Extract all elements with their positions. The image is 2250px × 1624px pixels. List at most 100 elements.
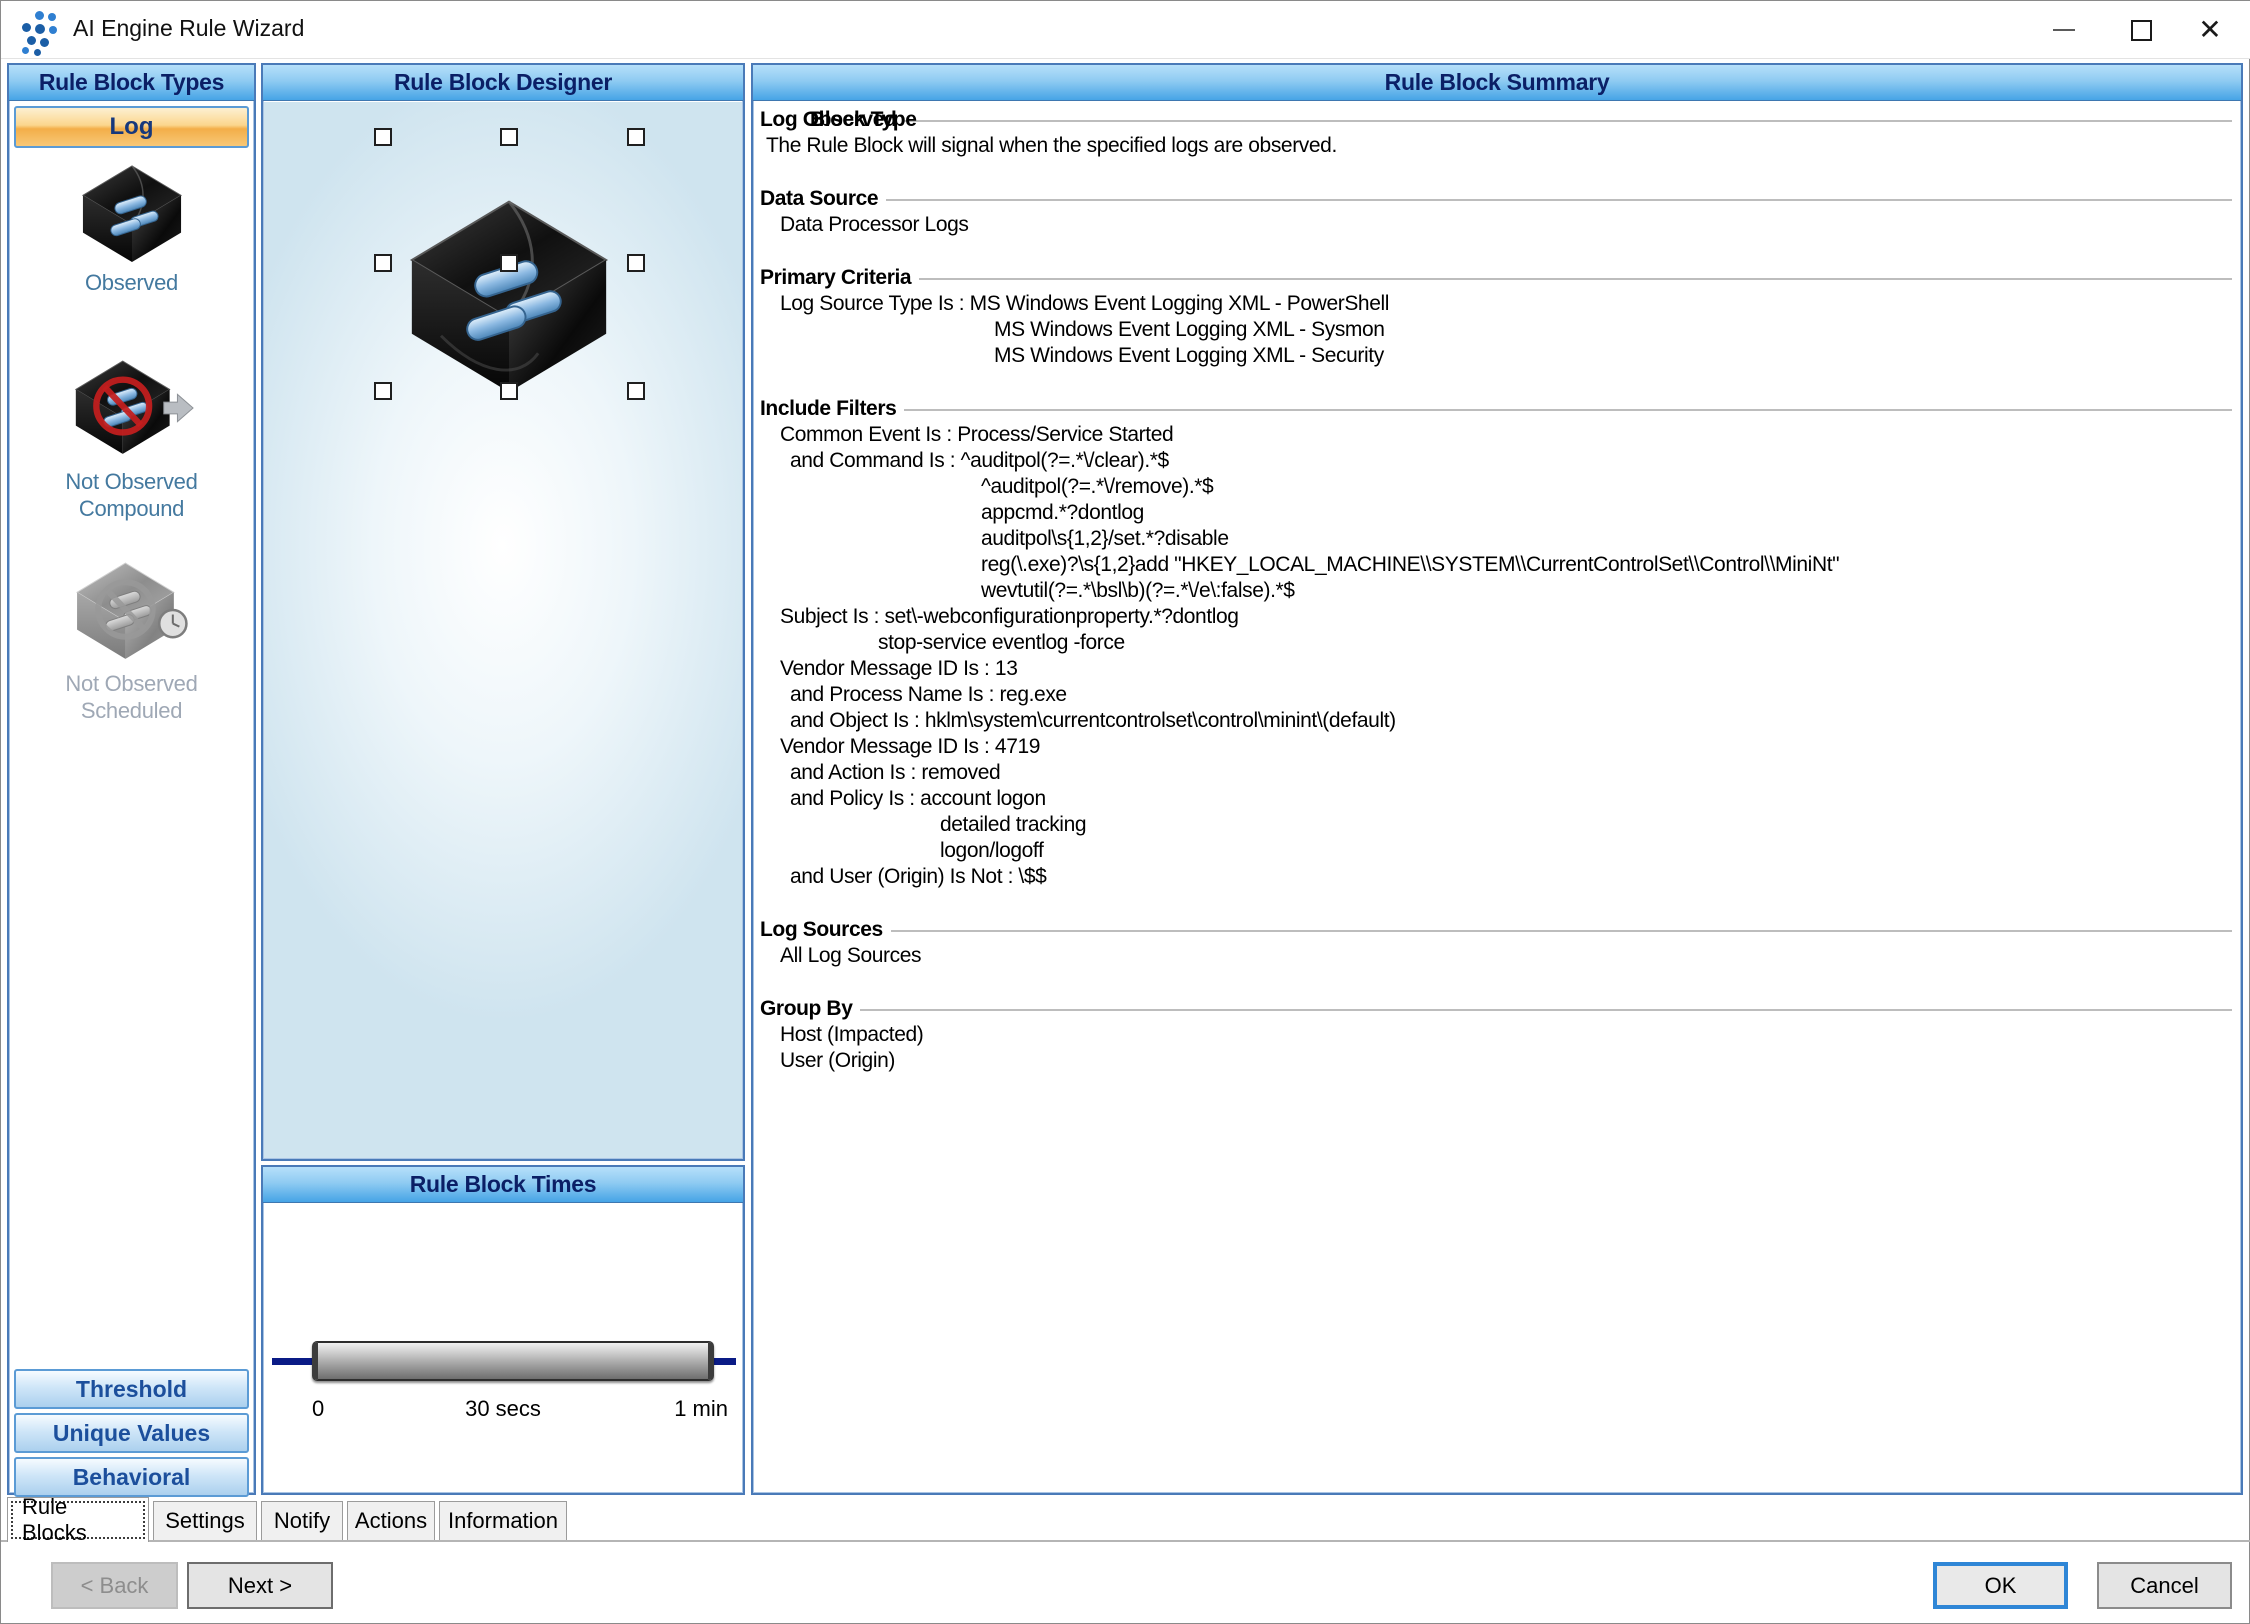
designer-canvas[interactable] bbox=[264, 102, 742, 1158]
summary-section: Log ObservedBlock TypeThe Rule Block wil… bbox=[760, 107, 2232, 159]
rule-type-label: Observed bbox=[19, 269, 244, 296]
summary-title-overlay-text: Block Type bbox=[810, 108, 916, 132]
window-title: AI Engine Rule Wizard bbox=[73, 15, 304, 42]
selection-handle-top-center[interactable] bbox=[500, 128, 518, 146]
summary-line: and Command Is : ^auditpol(?=.*\/clear).… bbox=[760, 448, 2232, 474]
observed-cube-icon bbox=[73, 160, 191, 264]
cancel-button[interactable]: Cancel bbox=[2097, 1562, 2232, 1609]
rule-type-label: Not Observed bbox=[19, 670, 244, 697]
rule-block-designer-header: Rule Block Designer bbox=[263, 65, 743, 101]
selection-handle-bottom-right[interactable] bbox=[627, 382, 645, 400]
selected-log-block-cube[interactable] bbox=[392, 190, 626, 396]
summary-line: User (Origin) bbox=[760, 1048, 2232, 1074]
rule-type-not-observed-compound[interactable]: Not Observed Compound bbox=[19, 353, 244, 522]
minimize-button[interactable] bbox=[2031, 1, 2097, 59]
behavioral-category-button[interactable]: Behavioral bbox=[14, 1457, 249, 1497]
rule-type-observed[interactable]: Observed bbox=[19, 160, 244, 296]
tab-settings[interactable]: Settings bbox=[153, 1501, 257, 1540]
rule-type-label: Not Observed bbox=[19, 468, 244, 495]
tab-rule-blocks[interactable]: Rule Blocks bbox=[7, 1497, 149, 1542]
summary-section: Primary CriteriaLog Source Type Is : MS … bbox=[760, 265, 2232, 369]
selection-handle-top-right[interactable] bbox=[627, 128, 645, 146]
rule-block-types-header: Rule Block Types bbox=[9, 65, 254, 101]
section-divider-line bbox=[904, 409, 2232, 412]
unique-values-category-button[interactable]: Unique Values bbox=[14, 1413, 249, 1453]
tick-label-1min: 1 min bbox=[674, 1396, 728, 1422]
next-button[interactable]: Next > bbox=[187, 1562, 333, 1609]
summary-line: auditpol\s{1,2}/set.*?disable bbox=[760, 526, 2232, 552]
summary-line: MS Windows Event Logging XML - Security bbox=[760, 343, 2232, 369]
times-body: 0 30 secs 1 min bbox=[264, 1204, 742, 1492]
summary-line: and Action Is : removed bbox=[760, 760, 2232, 786]
titlebar: AI Engine Rule Wizard ✕ bbox=[1, 1, 2250, 59]
rule-block-designer-panel: Rule Block Designer bbox=[261, 63, 745, 1161]
selection-handle-bottom-left[interactable] bbox=[374, 382, 392, 400]
summary-sections: Log ObservedBlock TypeThe Rule Block wil… bbox=[754, 102, 2240, 1492]
summary-line: logon/logoff bbox=[760, 838, 2232, 864]
close-button[interactable]: ✕ bbox=[2177, 1, 2243, 59]
summary-line: Vendor Message ID Is : 13 bbox=[760, 656, 2232, 682]
summary-section-title: Data Source bbox=[760, 187, 878, 211]
summary-line: Host (Impacted) bbox=[760, 1022, 2232, 1048]
summary-line: detailed tracking bbox=[760, 812, 2232, 838]
minimize-icon bbox=[2053, 29, 2075, 31]
tab-information[interactable]: Information bbox=[439, 1501, 567, 1540]
summary-line: The Rule Block will signal when the spec… bbox=[760, 133, 2232, 159]
tick-label-30secs: 30 secs bbox=[465, 1396, 541, 1422]
maximize-button[interactable] bbox=[2108, 1, 2174, 59]
selection-handle-middle-right[interactable] bbox=[627, 254, 645, 272]
summary-line: wevtutil(?=.*\bsl\b)(?=.*\/e\:false).*$ bbox=[760, 578, 2232, 604]
threshold-category-button[interactable]: Threshold bbox=[14, 1369, 249, 1409]
rule-block-summary-panel: Rule Block Summary Log ObservedBlock Typ… bbox=[751, 63, 2243, 1495]
section-divider-line bbox=[886, 199, 2232, 202]
back-button[interactable]: < Back bbox=[51, 1562, 178, 1609]
tick-label-0: 0 bbox=[312, 1396, 324, 1422]
close-icon: ✕ bbox=[2198, 16, 2221, 44]
ok-button[interactable]: OK bbox=[1933, 1562, 2068, 1609]
log-type-button[interactable]: Log bbox=[14, 106, 249, 148]
rule-block-types-panel: Rule Block Types Log Observed bbox=[7, 63, 256, 1495]
section-divider-line bbox=[919, 278, 2232, 281]
maximize-icon bbox=[2131, 20, 2152, 41]
selection-handle-top-left[interactable] bbox=[374, 128, 392, 146]
time-slider-bar[interactable] bbox=[312, 1341, 714, 1381]
section-divider-line bbox=[904, 120, 2232, 123]
summary-section: Include FiltersCommon Event Is : Process… bbox=[760, 396, 2232, 890]
tab-notify[interactable]: Notify bbox=[261, 1501, 343, 1540]
rule-block-times-panel: Rule Block Times 0 30 secs 1 min bbox=[261, 1165, 745, 1495]
summary-line: Data Processor Logs bbox=[760, 212, 2232, 238]
summary-section: Group ByHost (Impacted)User (Origin) bbox=[760, 996, 2232, 1074]
summary-line: appcmd.*?dontlog bbox=[760, 500, 2232, 526]
tab-actions[interactable]: Actions bbox=[347, 1501, 435, 1540]
summary-line: reg(\.exe)?\s{1,2}add "HKEY_LOCAL_MACHIN… bbox=[760, 552, 2232, 578]
selection-handle-middle-left[interactable] bbox=[374, 254, 392, 272]
summary-line: Log Source Type Is : MS Windows Event Lo… bbox=[760, 291, 2232, 317]
summary-line: and Policy Is : account logon bbox=[760, 786, 2232, 812]
summary-section: Data SourceData Processor Logs bbox=[760, 186, 2232, 238]
summary-line: and User (Origin) Is Not : \$$ bbox=[760, 864, 2232, 890]
summary-line: and Process Name Is : reg.exe bbox=[760, 682, 2232, 708]
section-divider-line bbox=[891, 930, 2232, 933]
rule-type-label: Compound bbox=[19, 495, 244, 522]
summary-line: and Object Is : hklm\system\currentcontr… bbox=[760, 708, 2232, 734]
tab-strip-baseline bbox=[1, 1540, 2250, 1542]
time-tick-labels: 0 30 secs 1 min bbox=[264, 1396, 742, 1426]
selection-handle-middle-center[interactable] bbox=[500, 254, 518, 272]
section-divider-line bbox=[860, 1009, 2232, 1012]
summary-line: Vendor Message ID Is : 4719 bbox=[760, 734, 2232, 760]
summary-section-title: Log ObservedBlock Type bbox=[760, 108, 896, 132]
rule-block-times-header: Rule Block Times bbox=[263, 1167, 743, 1203]
not-observed-compound-cube-icon bbox=[68, 353, 196, 463]
summary-line: stop-service eventlog -force bbox=[760, 630, 2232, 656]
ai-engine-rule-wizard-window: AI Engine Rule Wizard ✕ Rule Block Types… bbox=[0, 0, 2250, 1624]
rule-block-summary-header: Rule Block Summary bbox=[753, 65, 2241, 101]
summary-line: Subject Is : set\-webconfigurationproper… bbox=[760, 604, 2232, 630]
not-observed-scheduled-cube-icon bbox=[69, 557, 195, 665]
summary-section-title: Include Filters bbox=[760, 397, 896, 421]
summary-section-title: Group By bbox=[760, 997, 852, 1021]
summary-section-title: Log Sources bbox=[760, 918, 883, 942]
selection-handle-bottom-center[interactable] bbox=[500, 382, 518, 400]
rule-type-not-observed-scheduled[interactable]: Not Observed Scheduled bbox=[19, 557, 244, 724]
summary-line: MS Windows Event Logging XML - Sysmon bbox=[760, 317, 2232, 343]
summary-line: Common Event Is : Process/Service Starte… bbox=[760, 422, 2232, 448]
